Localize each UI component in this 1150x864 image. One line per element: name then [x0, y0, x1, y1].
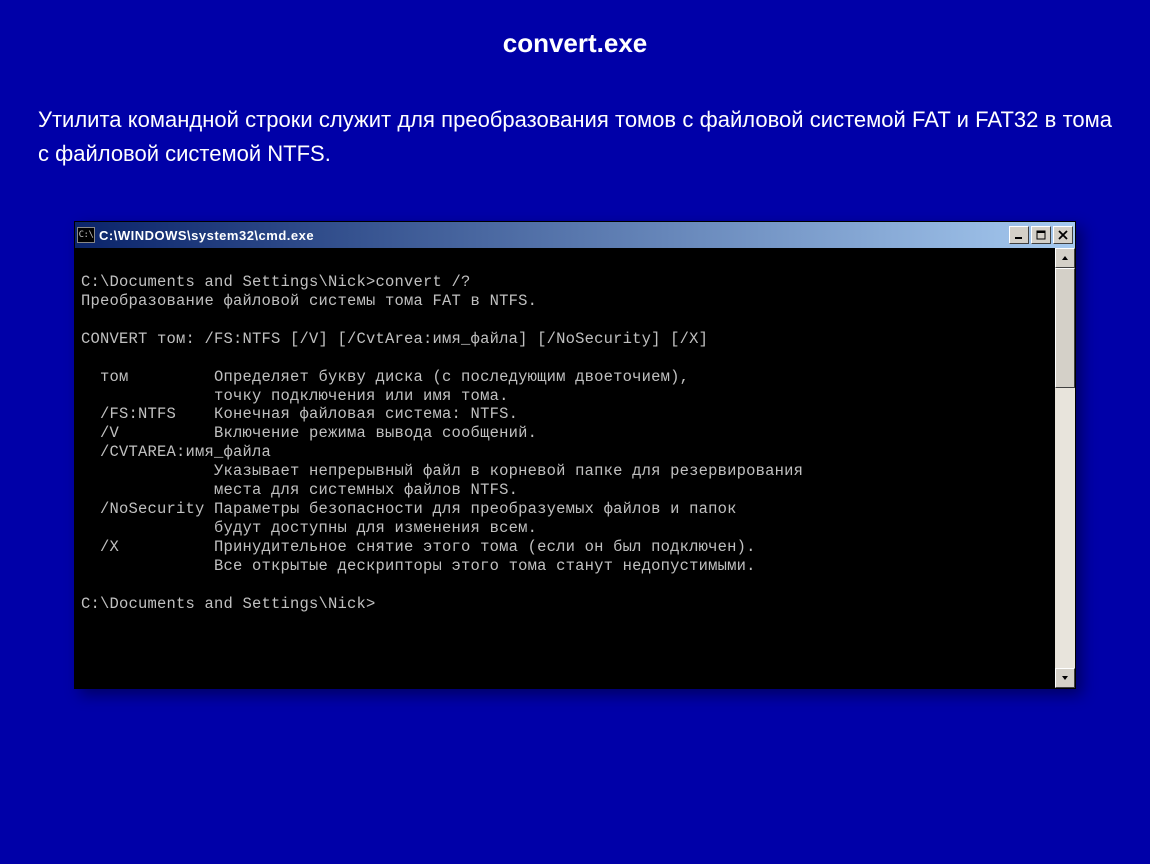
close-icon [1058, 230, 1068, 240]
vertical-scrollbar[interactable] [1055, 248, 1075, 688]
window-titlebar[interactable]: C:\ C:\WINDOWS\system32\cmd.exe [75, 222, 1075, 248]
minimize-icon [1014, 230, 1024, 240]
maximize-icon [1036, 230, 1046, 240]
scrollbar-track[interactable] [1055, 268, 1075, 668]
close-button[interactable] [1053, 226, 1073, 244]
scroll-down-button[interactable] [1055, 668, 1075, 688]
minimize-button[interactable] [1009, 226, 1029, 244]
scrollbar-thumb[interactable] [1055, 268, 1075, 388]
window-buttons [1009, 226, 1073, 244]
chevron-down-icon [1061, 674, 1069, 682]
console-body: C:\Documents and Settings\Nick>convert /… [75, 248, 1075, 688]
scroll-up-button[interactable] [1055, 248, 1075, 268]
cmd-icon: C:\ [77, 227, 95, 243]
maximize-button[interactable] [1031, 226, 1051, 244]
chevron-up-icon [1061, 254, 1069, 262]
slide-title: convert.exe [0, 0, 1150, 71]
slide-description: Утилита командной строки служит для прео… [0, 71, 1150, 181]
console-output[interactable]: C:\Documents and Settings\Nick>convert /… [75, 248, 1055, 688]
cmd-window: C:\ C:\WINDOWS\system32\cmd.exe C:\Docum… [74, 221, 1076, 689]
window-title: C:\WINDOWS\system32\cmd.exe [99, 228, 1009, 243]
